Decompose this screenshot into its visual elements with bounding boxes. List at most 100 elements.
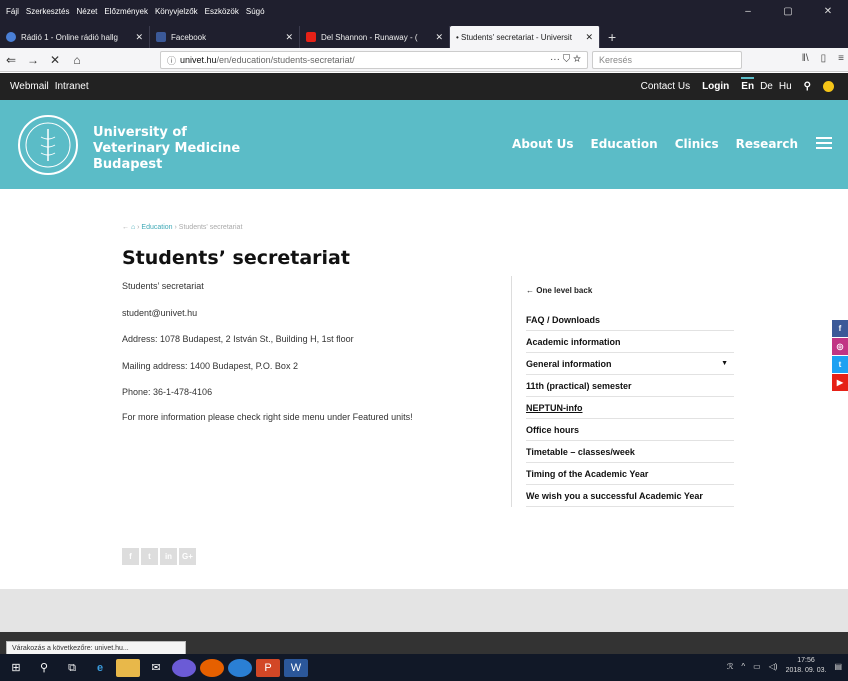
taskbar: ⊞ ⚲ ⧉ e ✉ P W ℛ ^ ▭ ◁) 17:56 2018. 09. 0… (0, 654, 848, 681)
twitter-icon[interactable]: t (832, 356, 848, 373)
nav-about-us[interactable]: About Us (512, 137, 573, 151)
close-icon[interactable]: ✕ (435, 32, 443, 43)
menu-file[interactable]: Fájl (6, 7, 19, 16)
people-icon[interactable]: ℛ (727, 662, 733, 671)
mail-icon[interactable]: ✉ (144, 659, 168, 677)
facebook-icon[interactable]: f (832, 320, 848, 337)
back-link[interactable]: ← One level back (512, 276, 734, 309)
close-window-button[interactable]: ✕ (808, 6, 848, 17)
university-name[interactable]: University of Veterinary Medicine Budape… (93, 125, 240, 173)
lang-en[interactable]: En (741, 77, 755, 92)
menu-view[interactable]: Nézet (76, 7, 97, 16)
menu-bookmarks[interactable]: Könyvjelzők (155, 7, 198, 16)
sidemenu-item[interactable]: NEPTUN-info (526, 397, 734, 419)
task-view-icon[interactable]: ⧉ (60, 659, 84, 677)
sidemenu-item[interactable]: Office hours (526, 419, 734, 441)
site-topbar: Webmail Intranet Contact Us Login En De … (0, 73, 848, 100)
address-text: Address: 1078 Budapest, 2 István St., Bu… (122, 334, 354, 344)
tab-radio[interactable]: Rádió 1 - Online rádió hallg ✕ (0, 26, 150, 48)
search-icon[interactable]: ⚲ (32, 659, 56, 677)
facebook-share-icon[interactable]: f (122, 548, 139, 565)
close-icon[interactable]: ✕ (135, 32, 143, 43)
volume-icon[interactable]: ◁) (769, 662, 778, 671)
breadcrumb-education[interactable]: Education (141, 224, 172, 231)
new-tab-button[interactable]: + (600, 26, 624, 48)
library-icon[interactable]: ‖\ (802, 53, 809, 64)
file-explorer-icon[interactable] (116, 658, 140, 677)
sidemenu-item[interactable]: Timetable – classes/week (526, 441, 734, 463)
tab-univet[interactable]: • Students' secretariat - Universit ✕ (450, 26, 600, 48)
hamburger-icon[interactable]: ≡ (838, 53, 844, 64)
menu-icon[interactable] (816, 137, 832, 152)
page-actions-icon[interactable]: ··· ⛉ ☆ (550, 54, 581, 65)
twitter-share-icon[interactable]: t (141, 548, 158, 565)
home-icon[interactable]: ⌂ (131, 224, 135, 231)
social-sidebar: f ◎ t ▶ (832, 320, 848, 392)
email-link[interactable]: student@univet.hu (122, 308, 197, 318)
close-icon[interactable]: ✕ (285, 32, 293, 43)
word-icon[interactable]: W (284, 658, 308, 677)
sidemenu-item-general[interactable]: General information ▼ (526, 353, 734, 375)
nav-education[interactable]: Education (591, 137, 658, 151)
clock[interactable]: 17:56 2018. 09. 03. (786, 656, 827, 676)
clock-date: 2018. 09. 03. (785, 667, 827, 674)
search-icon[interactable]: ⚲ (804, 81, 811, 92)
googleplus-share-icon[interactable]: G+ (179, 548, 196, 565)
close-icon[interactable]: ✕ (585, 32, 593, 43)
footer-light (0, 589, 848, 632)
menu-help[interactable]: Súgó (246, 7, 265, 16)
university-logo[interactable] (18, 115, 78, 175)
app-icon[interactable] (228, 658, 252, 677)
firefox-icon[interactable] (200, 658, 224, 677)
arrow-left-icon[interactable]: ← (122, 224, 131, 231)
forward-icon[interactable]: → (22, 53, 44, 67)
sidemenu-item[interactable]: Timing of the Academic Year (526, 463, 734, 485)
windows-start-icon[interactable]: ⊞ (4, 659, 28, 677)
sidemenu-item[interactable]: 11th (practical) semester (526, 375, 734, 397)
login-link[interactable]: Login (702, 81, 729, 92)
edge-icon[interactable]: e (88, 659, 112, 677)
contact-link[interactable]: Contact Us (641, 81, 690, 92)
url-bar[interactable]: ⓘ univet.hu/en/education/students-secret… (160, 51, 588, 69)
nav-research[interactable]: Research (736, 137, 798, 151)
maximize-button[interactable]: ▢ (768, 6, 808, 17)
sidemenu-item[interactable]: Academic information (526, 331, 734, 353)
caret-down-icon[interactable]: ▼ (721, 353, 728, 375)
menu-tools[interactable]: Eszközök (205, 7, 239, 16)
stop-icon[interactable]: ✕ (44, 53, 66, 67)
sidebar-icon[interactable]: ▯ (821, 53, 827, 64)
system-tray: ℛ ^ ▭ ◁) 17:56 2018. 09. 03. ▤ (727, 656, 842, 676)
side-menu: ← One level back FAQ / Downloads Academi… (511, 276, 734, 507)
linkedin-share-icon[interactable]: in (160, 548, 177, 565)
tab-bar: Rádió 1 - Online rádió hallg ✕ Facebook … (0, 22, 848, 48)
info-icon[interactable]: ⓘ (167, 54, 176, 67)
instagram-icon[interactable]: ◎ (832, 338, 848, 355)
chevron-up-icon[interactable]: ^ (741, 662, 745, 671)
youtube-icon[interactable]: ▶ (832, 374, 848, 391)
back-icon[interactable]: ⇐ (0, 53, 22, 67)
skype-icon[interactable] (172, 658, 196, 677)
menu-edit[interactable]: Szerkesztés (26, 7, 70, 16)
accessibility-icon[interactable] (823, 81, 834, 92)
lang-de[interactable]: De (760, 81, 773, 92)
sidemenu-item[interactable]: FAQ / Downloads (526, 309, 734, 331)
powerpoint-icon[interactable]: P (256, 658, 280, 677)
lang-hu[interactable]: Hu (779, 81, 792, 92)
site-header: University of Veterinary Medicine Budape… (0, 100, 848, 189)
intranet-link[interactable]: Intranet (55, 81, 89, 92)
search-input[interactable]: Keresés (592, 51, 742, 69)
menu-history[interactable]: Előzmények (104, 7, 148, 16)
nav-clinics[interactable]: Clinics (675, 137, 719, 151)
sidemenu-item[interactable]: We wish you a successful Academic Year (526, 485, 734, 507)
home-icon[interactable]: ⌂ (66, 53, 88, 67)
network-icon[interactable]: ▭ (753, 662, 761, 671)
tab-title: Facebook (171, 32, 207, 42)
info-text: For more information please check right … (122, 412, 413, 422)
tab-facebook[interactable]: Facebook ✕ (150, 26, 300, 48)
minimize-button[interactable]: – (728, 6, 768, 17)
tab-title: Del Shannon - Runaway - ( (321, 32, 418, 42)
share-buttons: f t in G+ (122, 548, 196, 565)
webmail-link[interactable]: Webmail (10, 81, 49, 92)
notification-icon[interactable]: ▤ (834, 662, 842, 671)
tab-youtube[interactable]: Del Shannon - Runaway - ( ✕ (300, 26, 450, 48)
